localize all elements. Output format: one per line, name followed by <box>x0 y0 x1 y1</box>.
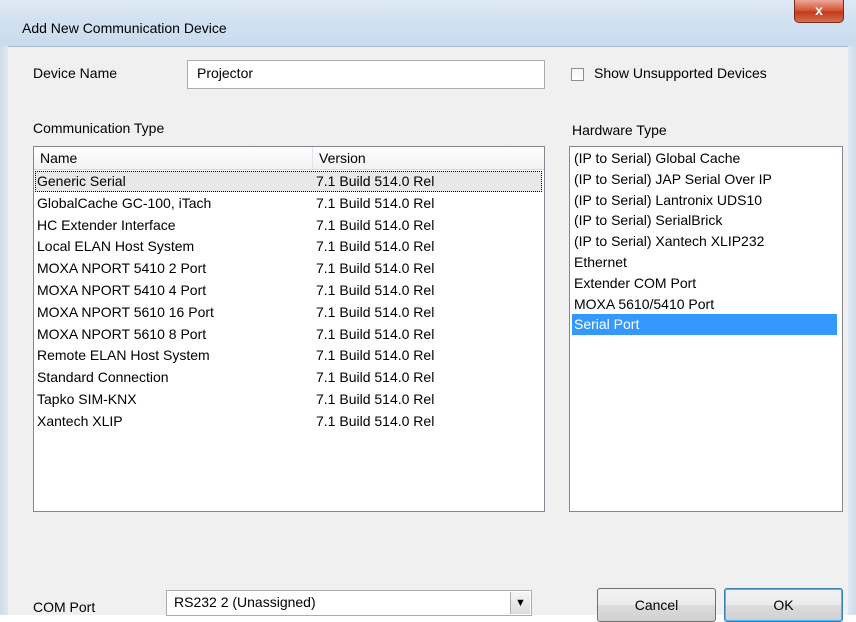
list-item[interactable]: (IP to Serial) Xantech XLIP232 <box>572 231 837 252</box>
table-row[interactable]: Standard Connection 7.1 Build 514.0 Rel <box>35 367 542 388</box>
row-name: Xantech XLIP <box>37 412 123 429</box>
device-name-field[interactable]: Projector <box>187 60 545 89</box>
chevron-down-icon: ▼ <box>515 597 526 609</box>
com-port-label: COM Port <box>33 599 96 615</box>
dialog-body: Device Name Projector Show Unsupported D… <box>8 47 848 622</box>
table-row[interactable]: Generic Serial 7.1 Build 514.0 Rel <box>35 171 542 192</box>
hardware-type-list[interactable]: (IP to Serial) Global Cache (IP to Serial… <box>569 146 843 512</box>
device-name-value: Projector <box>197 65 254 81</box>
row-name: MOXA NPORT 5410 4 Port <box>37 282 207 298</box>
show-unsupported-label[interactable]: Show Unsupported Devices <box>594 65 767 81</box>
row-version: 7.1 Build 514.0 Rel <box>316 216 435 233</box>
com-port-select[interactable]: RS232 2 (Unassigned) ▼ <box>166 590 532 616</box>
table-row[interactable]: GlobalCache GC-100, iTach 7.1 Build 514.0… <box>35 193 542 214</box>
row-name: Local ELAN Host System <box>37 238 195 255</box>
list-item[interactable]: (IP to Serial) Global Cache <box>572 148 837 169</box>
column-header-name[interactable]: Name <box>34 147 313 169</box>
list-item[interactable]: Ethernet <box>572 252 837 273</box>
row-name: MOXA NPORT 5610 16 Port <box>37 303 214 320</box>
row-version: 7.1 Build 514.0 Rel <box>316 412 435 429</box>
row-version: 7.1 Build 514.0 Rel <box>316 238 435 255</box>
row-version: 7.1 Build 514.0 Rel <box>316 325 435 342</box>
table-row[interactable]: HC Extender Interface 7.1 Build 514.0 Rel <box>35 215 542 236</box>
list-item[interactable]: Serial Port <box>572 314 837 336</box>
com-port-value: RS232 2 (Unassigned) <box>174 594 316 610</box>
table-row[interactable]: Xantech XLIP 7.1 Build 514.0 Rel <box>35 411 542 432</box>
row-name: Tapko SIM-KNX <box>37 391 137 407</box>
list-item[interactable]: MOXA 5610/5410 Port <box>572 294 837 315</box>
table-row[interactable]: MOXA NPORT 5410 2 Port 7.1 Build 514.0 Re… <box>35 258 542 279</box>
row-name: Remote ELAN Host System <box>37 347 210 364</box>
window-border-right <box>848 46 856 615</box>
table-row[interactable]: MOXA NPORT 5610 8 Port 7.1 Build 514.0 Re… <box>35 324 542 345</box>
cancel-button[interactable]: Cancel <box>597 588 716 622</box>
row-version: 7.1 Build 514.0 Rel <box>316 347 435 364</box>
table-row[interactable]: Local ELAN Host System 7.1 Build 514.0 Re… <box>35 236 542 257</box>
window-title: Add New Communication Device <box>22 20 227 36</box>
row-name: MOXA NPORT 5610 8 Port <box>37 325 207 342</box>
list-item[interactable]: Extender COM Port <box>572 273 837 294</box>
row-name: GlobalCache GC-100, iTach <box>37 194 212 211</box>
close-button[interactable]: x <box>794 0 844 23</box>
dialog-window: Add New Communication Device x Device Na… <box>0 0 856 622</box>
row-name: MOXA NPORT 5410 2 Port <box>37 260 207 277</box>
ok-button[interactable]: OK <box>724 588 843 622</box>
row-version: 7.1 Build 514.0 Rel <box>316 303 435 320</box>
communication-type-list[interactable]: Name Version Generic Serial 7.1 Build 514… <box>33 146 545 512</box>
list-item[interactable]: (IP to Serial) Lantronix UDS10 <box>572 190 837 211</box>
column-header-version[interactable]: Version <box>313 147 544 169</box>
dropdown-button[interactable]: ▼ <box>510 592 530 614</box>
title-bar[interactable]: Add New Communication Device x <box>0 0 856 47</box>
row-version: 7.1 Build 514.0 Rel <box>316 369 435 386</box>
table-row[interactable]: Tapko SIM-KNX 7.1 Build 514.0 Rel <box>35 389 542 410</box>
row-version: 7.1 Build 514.0 Rel <box>316 391 435 407</box>
row-version: 7.1 Build 514.0 Rel <box>316 282 435 298</box>
communication-type-label: Communication Type <box>33 120 165 136</box>
row-name: Generic Serial <box>37 173 126 189</box>
list-item[interactable]: (IP to Serial) SerialBrick <box>572 210 837 231</box>
row-name: Standard Connection <box>37 369 169 386</box>
table-row[interactable]: MOXA NPORT 5610 16 Port 7.1 Build 514.0 R… <box>35 302 542 323</box>
table-row[interactable]: Remote ELAN Host System 7.1 Build 514.0 R… <box>35 345 542 366</box>
table-row[interactable]: MOXA NPORT 5410 4 Port 7.1 Build 514.0 Re… <box>35 280 542 301</box>
show-unsupported-checkbox[interactable] <box>571 68 584 81</box>
close-icon: x <box>815 2 823 18</box>
row-version: 7.1 Build 514.0 Rel <box>316 194 435 211</box>
window-border-left <box>0 46 8 615</box>
row-version: 7.1 Build 514.0 Rel <box>316 260 435 277</box>
device-name-label: Device Name <box>33 65 118 81</box>
list-item[interactable]: (IP to Serial) JAP Serial Over IP <box>572 169 837 190</box>
row-version: 7.1 Build 514.0 Rel <box>316 173 435 189</box>
row-name: HC Extender Interface <box>37 216 176 233</box>
hardware-type-label: Hardware Type <box>572 122 667 138</box>
list-header: Name Version <box>34 147 544 170</box>
